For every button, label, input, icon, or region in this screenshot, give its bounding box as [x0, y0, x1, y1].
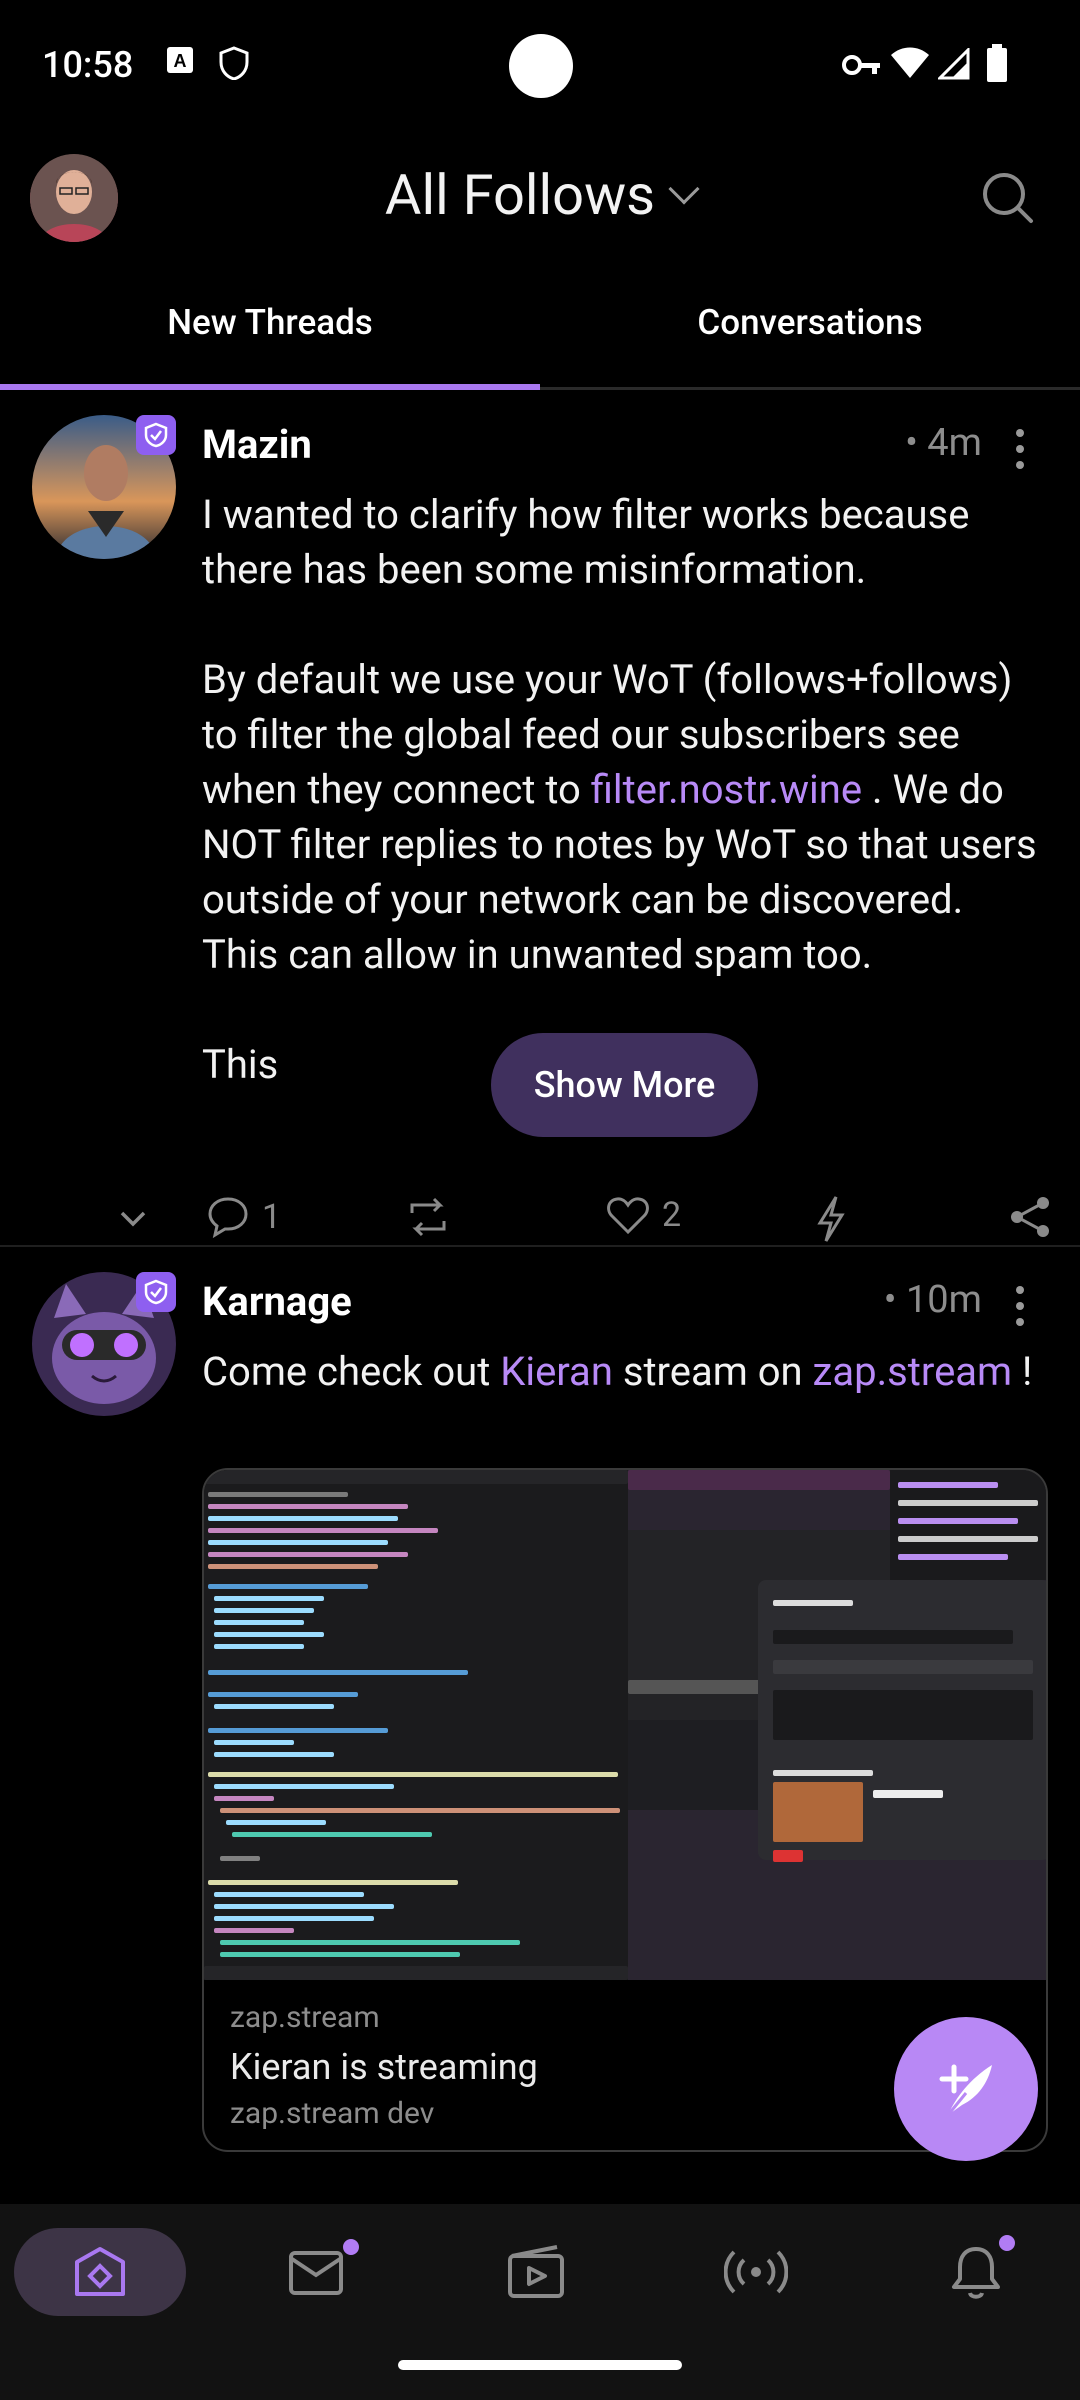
- preview-site: zap.stream: [230, 2000, 380, 2035]
- wifi-icon: [891, 47, 929, 78]
- app-header: All Follows: [0, 140, 1080, 250]
- preview-title: Kieran is streaming: [230, 2046, 538, 2088]
- gesture-home-bar[interactable]: [398, 2360, 682, 2370]
- post-divider: [0, 1245, 1080, 1247]
- like-count: 2: [662, 1195, 682, 1235]
- more-options-icon[interactable]: [1016, 429, 1024, 469]
- post-content: Come check out Kieran stream on zap.stre…: [202, 1348, 1033, 1395]
- post-content: I wanted to clarify how filter works bec…: [202, 487, 1042, 1092]
- live-icon: [724, 2250, 788, 2294]
- nav-home-icon-wrap[interactable]: [40, 2228, 160, 2316]
- preview-image: [204, 1470, 1046, 1980]
- reply-count: 1: [262, 1197, 282, 1237]
- bottom-navigation: [0, 2204, 1080, 2400]
- home-icon: [75, 2247, 125, 2296]
- compose-button[interactable]: [894, 2017, 1038, 2161]
- chevron-down-icon: [668, 173, 700, 205]
- like-icon: [607, 1197, 649, 1235]
- more-options-icon[interactable]: [1016, 1286, 1024, 1326]
- author-name[interactable]: Karnage: [202, 1278, 352, 1325]
- reply-icon: [208, 1197, 248, 1239]
- reply-button[interactable]: 1: [206, 1195, 281, 1239]
- camera-cutout: [509, 34, 573, 98]
- messages-unread-dot: [340, 2236, 362, 2258]
- post-link[interactable]: zap.stream: [813, 1348, 1013, 1395]
- notifications-unread-dot: [996, 2232, 1018, 2254]
- post-time: • 4m: [905, 421, 982, 465]
- post-paragraph: I wanted to clarify how filter works bec…: [202, 491, 970, 593]
- expand-chevron-icon[interactable]: [116, 1207, 150, 1231]
- compose-icon: [939, 2064, 992, 2116]
- search-icon[interactable]: [980, 170, 1034, 224]
- cell-signal-icon: [938, 48, 970, 80]
- tab-new-threads[interactable]: New Threads: [0, 302, 540, 343]
- status-time: 10:58: [42, 44, 134, 86]
- nav-videos[interactable]: [476, 2228, 596, 2316]
- nav-messages[interactable]: [256, 2228, 376, 2316]
- verified-badge-icon: [136, 1272, 176, 1312]
- svg-text:A: A: [174, 51, 187, 71]
- status-bar: 10:58 A: [0, 0, 1080, 130]
- post-paragraph: By default we use your WoT (follows+foll…: [202, 656, 1037, 978]
- active-tab-indicator: [0, 384, 540, 390]
- keyboard-a-icon: A: [167, 47, 193, 73]
- zap-icon[interactable]: [814, 1195, 848, 1243]
- feed-selector[interactable]: All Follows: [0, 162, 1080, 228]
- mention-link[interactable]: Kieran: [500, 1348, 613, 1395]
- post-time: • 10m: [883, 1278, 982, 1322]
- like-button[interactable]: 2: [606, 1195, 681, 1235]
- feed-tabs: New Threads Conversations: [0, 290, 1080, 390]
- preview-description: zap.stream dev: [230, 2096, 435, 2131]
- shield-dns-icon: [219, 46, 249, 80]
- battery-icon: [987, 44, 1007, 82]
- vpn-key-icon: [842, 55, 880, 75]
- messages-icon: [289, 2251, 343, 2295]
- tab-conversations[interactable]: Conversations: [540, 302, 1080, 343]
- repost-icon[interactable]: [402, 1195, 454, 1239]
- feed-title: All Follows: [384, 162, 656, 228]
- notifications-icon: [952, 2247, 1000, 2299]
- verified-badge-icon: [136, 415, 176, 455]
- post-link[interactable]: filter.nostr.wine: [591, 766, 862, 813]
- nav-live[interactable]: [696, 2228, 816, 2316]
- show-more-button[interactable]: Show More: [491, 1033, 758, 1137]
- post-card[interactable]: Mazin • 4m I wanted to clarify how filte…: [0, 395, 1080, 1245]
- nav-notifications[interactable]: [916, 2228, 1036, 2316]
- author-name[interactable]: Mazin: [202, 421, 312, 468]
- share-icon[interactable]: [1008, 1195, 1052, 1239]
- video-icon: [508, 2245, 564, 2298]
